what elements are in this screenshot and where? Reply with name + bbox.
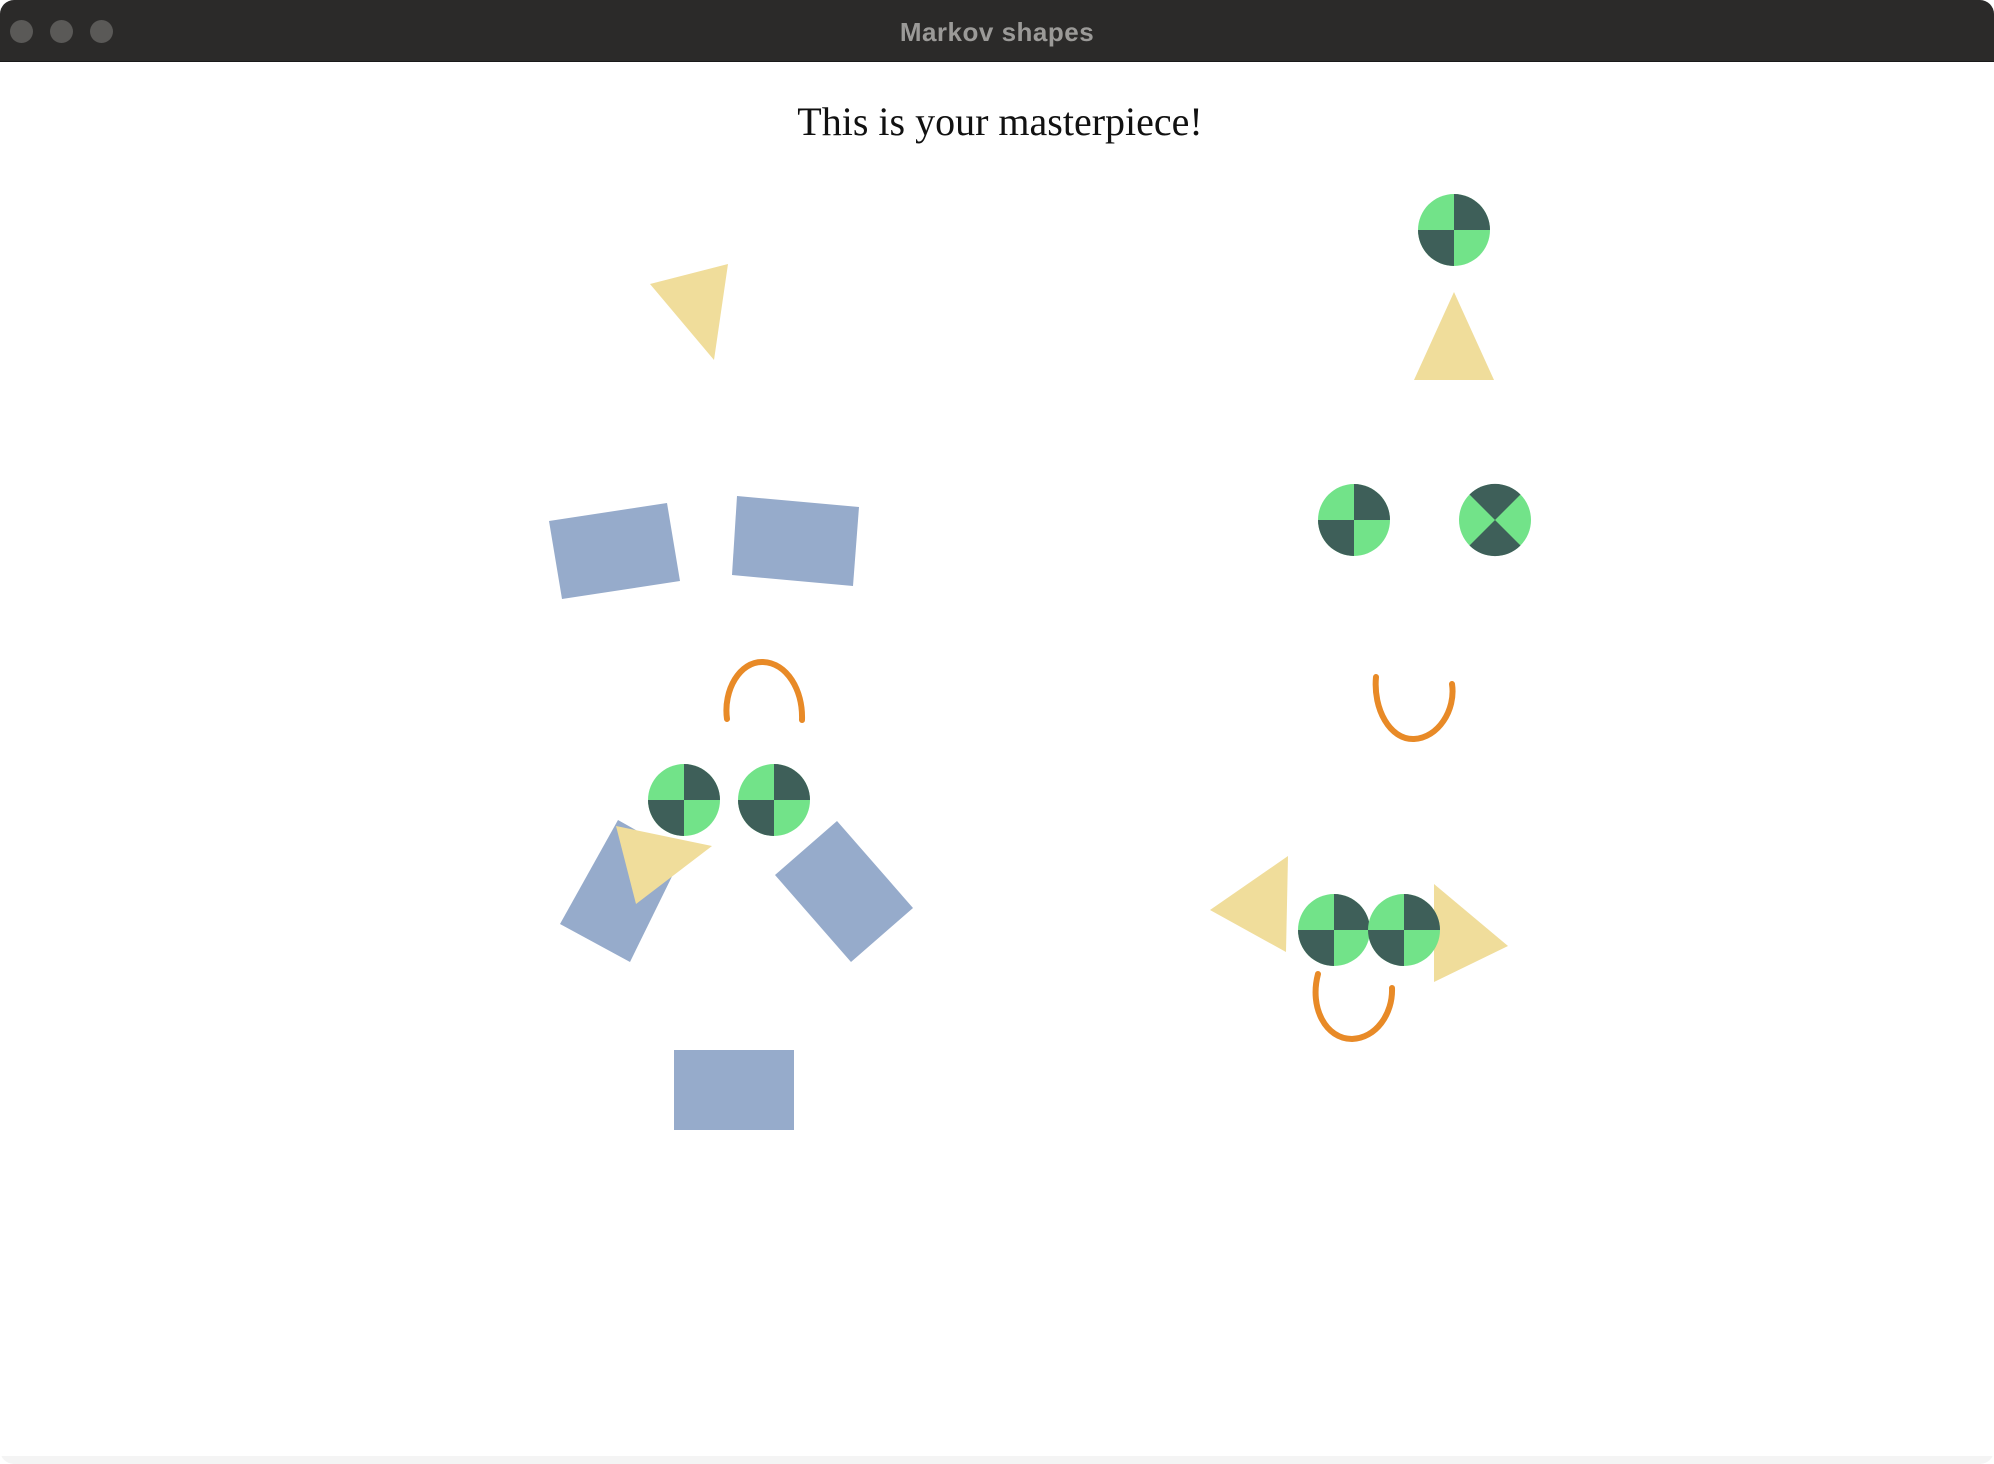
rectangle-shape [549, 503, 680, 599]
triangle-shape [1414, 292, 1494, 380]
quartered-circle-shape [1298, 894, 1370, 966]
crossed-circle-shape [1459, 483, 1531, 557]
app-window: Markov shapes This is your masterpiece! [0, 0, 1994, 1464]
triangle-shape [1434, 884, 1508, 982]
arc-shape [1372, 674, 1456, 743]
arc-shape [1312, 971, 1396, 1043]
rectangle-shape [732, 496, 859, 586]
quartered-circle-shape [738, 764, 810, 836]
quartered-circle-shape [1418, 194, 1490, 266]
quartered-circle-shape [1368, 894, 1440, 966]
triangle-shape [1210, 856, 1288, 952]
quartered-circle-shape [648, 764, 720, 836]
shapes-artwork [549, 194, 1531, 1130]
arc-shape [723, 658, 806, 723]
triangle-shape [650, 264, 728, 360]
window-bottom-edge [0, 1456, 1994, 1464]
rectangle-shape [775, 821, 913, 962]
rectangle-shape [674, 1050, 794, 1130]
quartered-circle-shape [1318, 484, 1390, 556]
